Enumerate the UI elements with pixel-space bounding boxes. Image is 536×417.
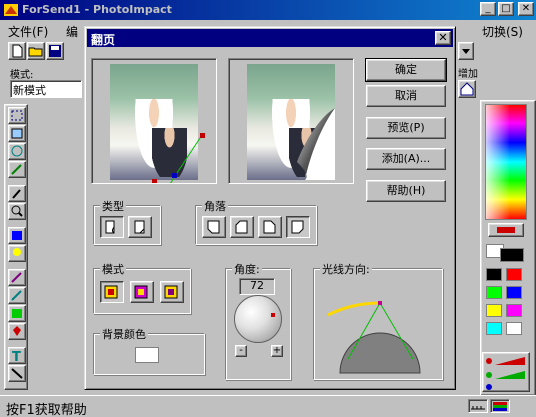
bg-color-swatch[interactable] [135, 347, 159, 363]
ok-button[interactable]: 确定 [365, 58, 447, 82]
save-disk-icon[interactable] [46, 42, 64, 60]
color-spectrum[interactable] [485, 104, 527, 220]
corner-bottom-left-icon[interactable] [202, 216, 226, 238]
corner-bottom-right-icon[interactable] [286, 216, 310, 238]
type-curl-icon[interactable] [100, 216, 124, 238]
mode-select[interactable]: 新模式 [10, 80, 82, 98]
home-icon[interactable] [458, 80, 476, 98]
left-toolbox: T [4, 104, 28, 390]
status-text: 按F1获取帮助 [6, 403, 87, 417]
new-file-icon[interactable] [8, 42, 26, 60]
mode-transparent-icon[interactable] [130, 281, 154, 303]
svg-text:T: T [12, 350, 21, 363]
menu-file[interactable]: 文件(F) [8, 23, 48, 40]
dial-indicator [271, 313, 275, 317]
mode-group: 模式 [93, 261, 191, 314]
app-titlebar: ForSend1 - PhotoImpact _ □ ✕ [0, 0, 536, 20]
add-label: 增加 [458, 69, 478, 80]
help-button[interactable]: 帮助(H) [366, 180, 446, 202]
type-flat-icon[interactable] [128, 216, 152, 238]
clone-tool-icon[interactable] [8, 287, 26, 304]
light-direction-control[interactable] [318, 277, 440, 377]
corner-top-right-icon[interactable] [258, 216, 282, 238]
close-button[interactable]: ✕ [518, 2, 534, 16]
dialog-titlebar: 翻页 ✕ [87, 29, 453, 47]
dialog-close-button[interactable]: ✕ [435, 31, 451, 45]
status-ruler-icon[interactable] [468, 399, 488, 413]
mode-background-icon[interactable] [160, 281, 184, 303]
angle-increase-button[interactable]: + [271, 345, 283, 357]
color-swatch[interactable] [486, 322, 502, 335]
line-tool-icon[interactable] [8, 365, 26, 382]
retouch-tool-icon[interactable] [8, 305, 26, 322]
bg-color-group-title: 背景颜色 [100, 326, 148, 342]
cancel-button[interactable]: 取消 [366, 85, 446, 107]
color-swatch[interactable] [506, 286, 522, 299]
open-folder-icon[interactable] [27, 42, 45, 60]
color-swatch[interactable] [486, 304, 502, 317]
zoom-tool-icon[interactable] [8, 203, 26, 220]
mode-select-value: 新模式 [13, 84, 46, 97]
angle-decrease-button[interactable]: - [235, 345, 247, 357]
minimize-button[interactable]: _ [480, 2, 496, 16]
corner-group-title: 角落 [202, 198, 228, 214]
select-tool-icon[interactable] [8, 125, 26, 142]
menu-edit[interactable]: 编 [66, 23, 78, 40]
light-bulb-tool-icon[interactable] [8, 245, 26, 262]
result-preview [228, 58, 354, 184]
dialog-title: 翻页 [91, 33, 116, 47]
fill-tool-icon[interactable] [8, 323, 26, 340]
statusbar: 按F1获取帮助 [0, 395, 536, 417]
color-swatch[interactable] [506, 322, 522, 335]
photoimpact-app-icon [4, 4, 18, 16]
mode-opaque-icon[interactable] [100, 281, 124, 303]
type-group: 类型 [93, 198, 161, 245]
angle-group-title: 角度: [232, 261, 262, 277]
foreground-color-swatch[interactable] [500, 248, 524, 262]
color-swatch[interactable] [506, 304, 522, 317]
corner-top-left-icon[interactable] [230, 216, 254, 238]
type-group-title: 类型 [100, 198, 126, 214]
page-curl-dialog: 翻页 ✕ 确定 取消 预览(P) 添加(A)... 帮助(H) 类型 角落 模式… [84, 26, 456, 390]
mode-label: 模式: [10, 70, 34, 81]
preview-button[interactable]: 预览(P) [366, 117, 446, 139]
corner-group: 角落 [195, 198, 317, 245]
add-button[interactable]: 添加(A)... [366, 148, 446, 170]
mode-group-title: 模式 [100, 261, 126, 277]
curl-control-lines[interactable] [92, 59, 216, 183]
color-swatch[interactable] [486, 268, 502, 281]
paint-brush-tool-icon[interactable] [8, 269, 26, 286]
lasso-tool-icon[interactable] [8, 143, 26, 160]
eyedropper-tool-icon[interactable] [8, 185, 26, 202]
light-direction-group-title: 光线方向: [320, 261, 372, 277]
menu-switch[interactable]: 切换(S) [482, 23, 523, 40]
original-preview [91, 58, 217, 184]
palette-button-icon[interactable] [488, 223, 524, 237]
angle-value-field[interactable]: 72 [239, 278, 275, 295]
wand-tool-icon[interactable] [8, 161, 26, 178]
light-direction-group: 光线方向: [313, 261, 443, 380]
angle-dial[interactable] [234, 295, 282, 343]
page-curl-effect [297, 108, 335, 180]
dropdown-arrow-icon[interactable] [458, 42, 474, 60]
color-swatch[interactable] [506, 268, 522, 281]
text-tool-icon[interactable]: T [8, 347, 26, 365]
text-effect-tool-icon[interactable] [8, 227, 26, 244]
maximize-button[interactable]: □ [498, 2, 514, 16]
color-swatch[interactable] [486, 286, 502, 299]
channel-controls [482, 352, 530, 392]
app-title: ForSend1 - PhotoImpact [22, 3, 172, 16]
status-color-icon[interactable] [490, 399, 510, 413]
pick-tool-icon[interactable] [8, 107, 26, 124]
channel-icons [486, 357, 525, 390]
